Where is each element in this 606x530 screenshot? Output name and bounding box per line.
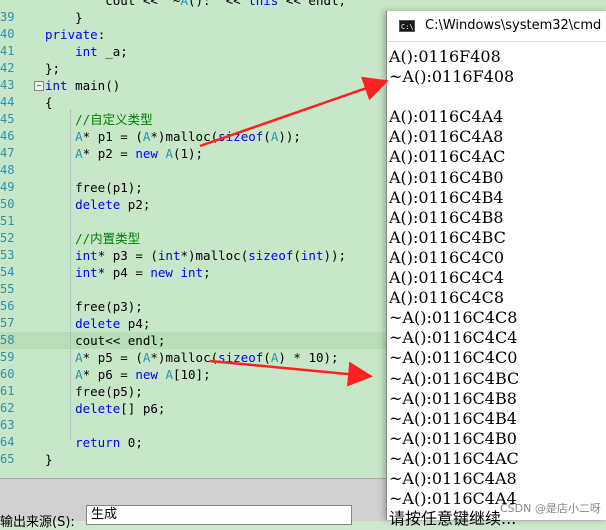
console-title: C:\Windows\system32\cmd	[425, 18, 602, 33]
console-line: A():0116C4A4	[389, 107, 504, 127]
code-text: free(p5);	[45, 384, 143, 399]
line-number: 54	[0, 265, 15, 279]
console-line: ~A():0116C4C4	[389, 328, 518, 348]
code-text: return 0;	[75, 435, 143, 450]
watermark: CSDN @是店小二呀	[500, 502, 601, 515]
fold-toggle-icon[interactable]: −	[34, 81, 44, 91]
line-number: 62	[0, 401, 15, 415]
indent-guide	[70, 110, 71, 440]
code-text: //内置类型	[45, 231, 141, 246]
line-number: 46	[0, 129, 15, 143]
line-number: 47	[0, 146, 15, 160]
line-number: 40	[0, 27, 15, 41]
line-number: 48	[0, 163, 15, 177]
console-line: ~A():0116C4AC	[389, 448, 519, 468]
code-text: free(p1);	[45, 180, 143, 195]
line-number: 41	[0, 44, 15, 58]
line-number: 53	[0, 248, 15, 262]
cmd-icon: C:\	[399, 20, 415, 32]
output-source-label: 输出来源(S):	[0, 515, 75, 530]
code-text: A* p1 = (A*)malloc(sizeof(A));	[75, 129, 301, 144]
console-line: A():0116C4BC	[389, 227, 506, 247]
line-number: 52	[0, 231, 15, 245]
console-line: ~A():0116C4C0	[389, 348, 518, 368]
code-text: int _a;	[75, 44, 128, 59]
line-number: 63	[0, 418, 15, 432]
console-line: A():0116C4C8	[389, 288, 504, 308]
code-text: delete p2;	[75, 197, 151, 212]
code-text: }	[45, 452, 53, 467]
code-text: A* p2 = new A(1);	[75, 146, 204, 161]
line-number: 55	[0, 282, 15, 296]
code-text: free(p3);	[45, 299, 143, 314]
code-text: //自定义类型	[45, 112, 153, 127]
console-line: ~A():0116C4B8	[389, 388, 517, 408]
line-number: 57	[0, 316, 15, 330]
console-window[interactable]: C:\ C:\Windows\system32\cmd A():0116F408…	[386, 11, 606, 528]
console-line: A():0116C4C0	[389, 247, 504, 267]
console-line: ~A():0116C4C8	[389, 308, 518, 328]
code-text: A* p5 = (A*)malloc(sizeof(A) * 10);	[75, 350, 339, 365]
console-line: A():0116C4A8	[389, 127, 504, 147]
line-number: 61	[0, 384, 15, 398]
line-number: 43	[0, 78, 15, 92]
console-line: ~A():0116F408	[389, 67, 515, 87]
line-number: 39	[0, 10, 15, 24]
console-line: ~A():0116C4B4	[389, 408, 517, 428]
line-number: 59	[0, 350, 15, 364]
console-line: A():0116C4B8	[389, 207, 504, 227]
line-number: 65	[0, 452, 15, 466]
code-text: cout << "~A():" << this << endl;	[45, 0, 347, 8]
console-output: A():0116F408 ~A():0116F408 A():0116C4A4 A()…	[389, 47, 606, 529]
console-line: A():0116C4B0	[389, 167, 504, 187]
line-number: 64	[0, 435, 15, 449]
code-text: int* p3 = (int*)malloc(sizeof(int));	[75, 248, 347, 263]
code-text: };	[45, 61, 61, 76]
line-number: 49	[0, 180, 15, 194]
line-number: 42	[0, 61, 15, 75]
code-text: {	[45, 95, 53, 110]
console-line: A():0116C4C4	[389, 268, 504, 288]
console-line: A():0116C4AC	[389, 147, 506, 167]
code-text: delete[] p6;	[75, 401, 166, 416]
code-text: private:	[45, 27, 106, 42]
console-line: A():0116C4B4	[389, 187, 504, 207]
console-line: ~A():0116C4BC	[389, 368, 520, 388]
line-number: 45	[0, 112, 15, 126]
line-number: 44	[0, 95, 15, 109]
line-number: 56	[0, 299, 15, 313]
code-text: delete p4;	[75, 316, 151, 331]
line-number: 58	[0, 333, 15, 347]
code-text: cout<< endl;	[45, 333, 166, 348]
console-line: ~A():0116C4B0	[389, 428, 517, 448]
console-titlebar[interactable]: C:\ C:\Windows\system32\cmd	[387, 11, 606, 42]
line-number: 50	[0, 197, 15, 211]
code-text: }	[45, 10, 83, 25]
console-line: ~A():0116C4A8	[389, 468, 517, 488]
output-source-select[interactable]: 生成	[86, 505, 352, 525]
code-line[interactable]: cout << "~A():" << this << endl;	[0, 0, 606, 9]
console-line: A():0116F408	[389, 47, 501, 66]
line-number: 51	[0, 214, 15, 228]
line-number: 60	[0, 367, 15, 381]
code-text: int main()	[45, 78, 121, 93]
